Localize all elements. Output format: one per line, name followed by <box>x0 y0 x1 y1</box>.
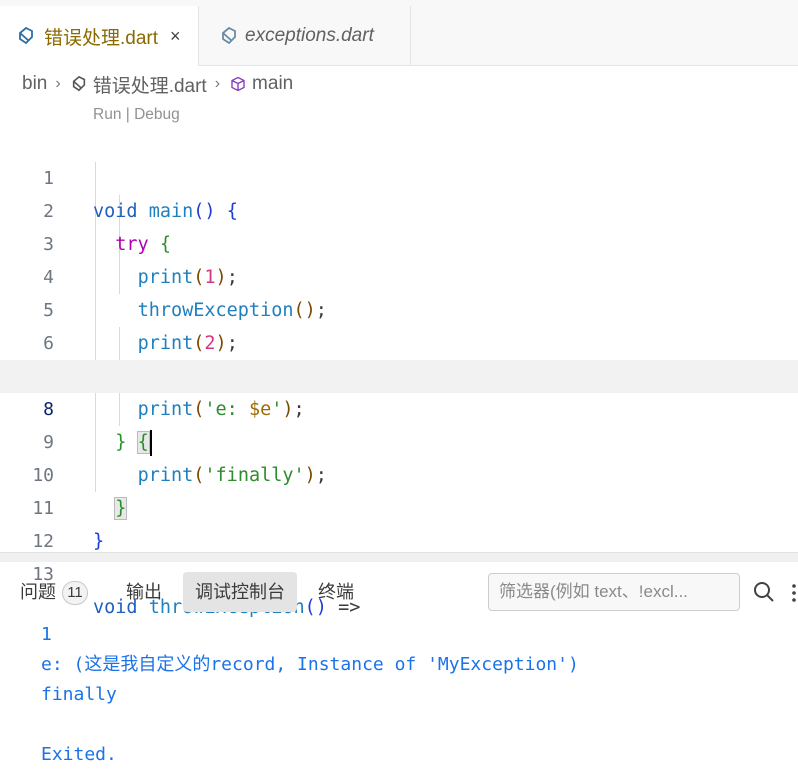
dart-file-icon <box>69 74 89 94</box>
panel-tab-bar: 问题 11 输出 调试控制台 终端 筛选器(例如 text、!excl... <box>0 562 798 620</box>
breadcrumb-symbol[interactable]: main <box>252 73 293 95</box>
more-icon[interactable] <box>790 582 798 604</box>
chevron-right-icon: › <box>55 75 61 92</box>
console-line: Exited. <box>41 744 117 765</box>
breadcrumb-folder[interactable]: bin <box>22 73 47 95</box>
search-icon[interactable] <box>752 580 776 604</box>
tab-terminal[interactable]: 终端 <box>306 572 366 612</box>
filter-input[interactable]: 筛选器(例如 text、!excl... <box>488 573 740 611</box>
dart-file-icon <box>16 26 36 46</box>
code-editor[interactable]: Run | Debug 1 void main() { 2 try { 3 pr… <box>0 100 798 618</box>
code-line: 9 print('finally'); <box>0 393 798 486</box>
breadcrumb-file[interactable]: 错误处理.dart <box>93 71 207 98</box>
tab-label: exceptions.dart <box>245 25 374 46</box>
console-line: e: (这是我自定义的record, Instance of 'MyExcept… <box>41 654 579 675</box>
tab-label: 终端 <box>318 582 354 602</box>
editor-tab-bar: 错误处理.dart × exceptions.dart <box>0 0 798 66</box>
dart-file-icon <box>219 26 239 46</box>
code-line: 1 void main() { <box>0 129 798 222</box>
tab-label: 调试控制台 <box>195 582 285 602</box>
tab-error-handling[interactable]: 错误处理.dart × <box>0 6 199 66</box>
chevron-right-icon: › <box>214 75 221 92</box>
cube-icon <box>228 74 248 94</box>
tab-output[interactable]: 输出 <box>114 572 174 612</box>
console-line: finally <box>41 684 117 705</box>
code-line-current: 8 } { <box>0 360 798 456</box>
debug-console-output: 1 e: (这是我自定义的record, Instance of 'MyExce… <box>41 620 579 770</box>
code-line: 10 } <box>0 426 798 520</box>
console-line: 1 <box>41 624 52 645</box>
code-line: 11 } <box>0 459 798 552</box>
problems-count-badge: 11 <box>62 581 88 606</box>
tab-label: 问题 <box>20 582 56 602</box>
tab-exceptions[interactable]: exceptions.dart <box>199 6 411 66</box>
tab-label: 输出 <box>126 582 162 602</box>
code-line: 6 } catch(e, s) { <box>0 294 798 387</box>
codelens-run-debug[interactable]: Run | Debug <box>93 106 180 124</box>
tab-debug-console[interactable]: 调试控制台 <box>183 572 297 612</box>
tab-label: 错误处理.dart <box>44 27 159 49</box>
code-line: 4 throwException(); <box>0 228 798 321</box>
code-line: 7 print('e: $e'); <box>0 327 798 420</box>
code-line: 12 <box>0 492 798 552</box>
panel-divider[interactable] <box>0 552 798 562</box>
code-line: 2 try { <box>0 162 798 255</box>
close-icon[interactable]: × <box>170 26 181 47</box>
code-line: 3 print(1); <box>0 195 798 288</box>
code-line: 5 print(2); <box>0 261 798 354</box>
tab-problems[interactable]: 问题 11 <box>8 572 100 612</box>
breadcrumb: bin › 错误处理.dart › main <box>22 70 293 98</box>
